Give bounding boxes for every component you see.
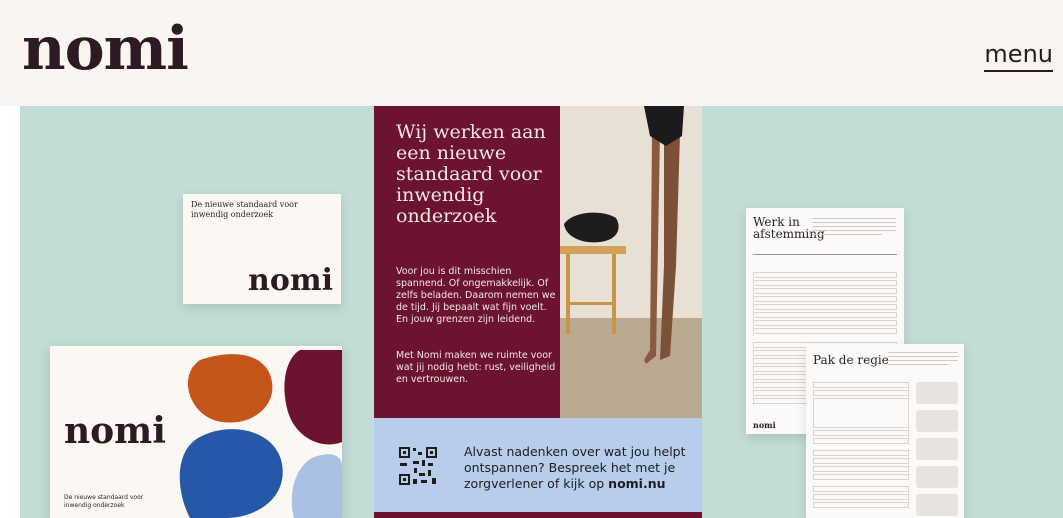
business-card: De nieuwe standaard voor inwendig onderz… [183, 194, 341, 304]
poster-text-panel: Wij werken aan een nieuwe standaard voor… [374, 106, 560, 418]
sheet1-brand: nomi [753, 420, 776, 430]
box-subtitle: De nieuwe standaard voor inwendig onderz… [64, 494, 144, 509]
menu-button[interactable]: menu [984, 40, 1053, 72]
site-header: nomi menu [0, 0, 1063, 106]
poster-cta-panel: Alvast nadenken over wat jou helpt ontsp… [374, 418, 702, 512]
stool-leg-2 [612, 254, 616, 334]
box-brand: nomi [64, 410, 166, 452]
leg-right [660, 134, 680, 360]
stool-and-person [560, 106, 684, 364]
card-brand: nomi [248, 263, 333, 298]
shape-blue [179, 429, 283, 518]
product-box: nomi De nieuwe standaard voor inwendig o… [50, 346, 342, 518]
card-subtitle: De nieuwe standaard voor inwendig onderz… [191, 200, 298, 219]
poster-body-2: Met Nomi maken we ruimte voor wat jij no… [396, 350, 556, 385]
shape-maroon [284, 350, 342, 445]
sheet1-title: Werk in afstemming [753, 215, 825, 241]
stool-rung [568, 302, 614, 305]
stool-leg-1 [566, 254, 570, 334]
worksheet-pak-de-regie: Pak de regie [806, 344, 964, 518]
poster-headline: Wij werken aan een nieuwe standaard voor… [396, 121, 546, 227]
sheet2-title: Pak de regie [813, 353, 889, 367]
site-logo[interactable]: nomi [22, 14, 189, 84]
hero-image: De nieuwe standaard voor inwendig onderz… [20, 106, 1063, 518]
poster-cta: Alvast nadenken over wat jou helpt ontsp… [464, 444, 694, 492]
shape-lightblue [291, 454, 342, 518]
stool-seat [560, 246, 626, 254]
poster: Wij werken aan een nieuwe standaard voor… [374, 106, 702, 518]
garment [564, 212, 619, 243]
poster-body-1: Voor jou is dit misschien spannend. Of o… [396, 266, 556, 325]
shape-orange [187, 354, 273, 423]
poster-cta-link: nomi.nu [608, 476, 666, 491]
poster-photo [560, 106, 702, 418]
leg-left [644, 134, 660, 364]
qr-code-icon [398, 446, 438, 486]
